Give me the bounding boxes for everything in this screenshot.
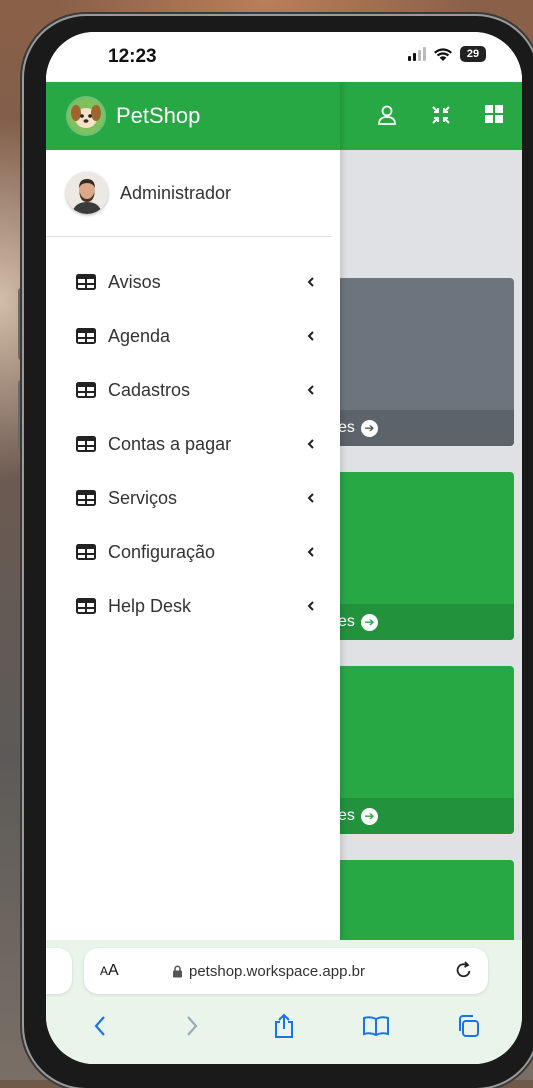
table-icon [76,598,96,614]
table-icon [76,328,96,344]
status-bar: 12:23 29 [46,32,522,82]
share-button[interactable] [264,1011,304,1041]
sidebar-item-contas-a-pagar[interactable]: Contas a pagar [46,417,340,471]
table-icon [76,382,96,398]
chevron-left-icon [307,493,314,503]
table-icon [76,436,96,452]
card-footer-text: es [338,613,355,630]
card-footer-text: es [338,419,355,436]
sidebar-item-configuracao[interactable]: Configuração [46,525,340,579]
bookmarks-button[interactable] [356,1011,396,1041]
status-icons: 29 [408,46,486,62]
table-icon [76,274,96,290]
cellular-signal-icon [408,47,426,61]
tabs-icon [459,1015,479,1037]
aa-big-label: A [108,962,119,979]
user-name: Administrador [120,182,232,203]
chevron-left-icon [94,1016,105,1036]
battery-icon: 29 [460,46,486,62]
brand-link[interactable]: PetShop [46,82,340,150]
chevron-left-icon [307,439,314,449]
grid-icon[interactable] [484,104,504,124]
sidebar-item-label: Cadastros [108,379,191,400]
sidebar-item-help-desk[interactable]: Help Desk [46,579,340,633]
chevron-left-icon [307,547,314,557]
sidebar-item-label: Avisos [108,271,161,292]
safari-toolbar [46,1006,522,1046]
wifi-icon [434,47,452,61]
lock-icon [173,965,182,978]
chevron-right-icon [187,1016,198,1036]
avatar [66,172,108,214]
share-icon [275,1013,293,1038]
sidebar-item-label: Serviços [108,487,178,508]
chevron-left-icon [307,331,314,341]
header-actions [376,104,504,126]
table-icon [76,544,96,560]
address-bar[interactable]: AA petshop.workspace.app.br [84,948,488,994]
user-panel[interactable]: Administrador [46,150,332,237]
brand-name: PetShop [116,103,201,128]
sidebar-item-agenda[interactable]: Agenda [46,309,340,363]
sidebar-drawer: PetShop Administrador Avisos Agenda Cada… [46,82,340,940]
sidebar-item-cadastros[interactable]: Cadastros [46,363,340,417]
back-button[interactable] [80,1011,120,1041]
url-text: petshop.workspace.app.br [189,963,365,980]
phone-screen: 12:23 29 es ➔ es ➔ es ➔ PetShop Administ… [46,32,522,1064]
aa-small-label: A [100,964,109,978]
sidebar-item-avisos[interactable]: Avisos [46,255,340,309]
status-time: 12:23 [108,46,157,67]
chevron-left-icon [307,277,314,287]
sidebar-item-label: Agenda [108,325,171,346]
previous-tab-preview[interactable] [46,948,72,994]
forward-button[interactable] [172,1011,212,1041]
arrow-right-circle-icon: ➔ [360,419,378,437]
sidebar-item-label: Contas a pagar [108,433,232,454]
chevron-left-icon [307,601,314,611]
phone-frame: 12:23 29 es ➔ es ➔ es ➔ PetShop Administ… [24,16,533,1088]
user-icon[interactable] [376,104,398,126]
arrow-right-circle-icon: ➔ [360,807,378,825]
arrow-right-circle-icon: ➔ [360,613,378,631]
sidebar-menu: Avisos Agenda Cadastros Contas a pagar S… [46,237,340,633]
safari-bottom-bar: AA petshop.workspace.app.br [46,940,522,1064]
sidebar-item-label: Configuração [108,541,216,562]
table-icon [76,490,96,506]
sidebar-item-servicos[interactable]: Serviços [46,471,340,525]
reload-icon[interactable] [454,960,474,980]
dog-logo-icon [68,98,104,134]
chevron-left-icon [307,385,314,395]
url-display[interactable]: petshop.workspace.app.br [172,963,365,980]
card-footer-text: es [338,807,355,824]
book-icon [363,1016,389,1037]
sidebar-item-label: Help Desk [108,595,192,616]
tabs-button[interactable] [448,1011,488,1041]
compress-icon[interactable] [430,104,452,126]
reader-settings-button[interactable]: AA [100,962,119,980]
